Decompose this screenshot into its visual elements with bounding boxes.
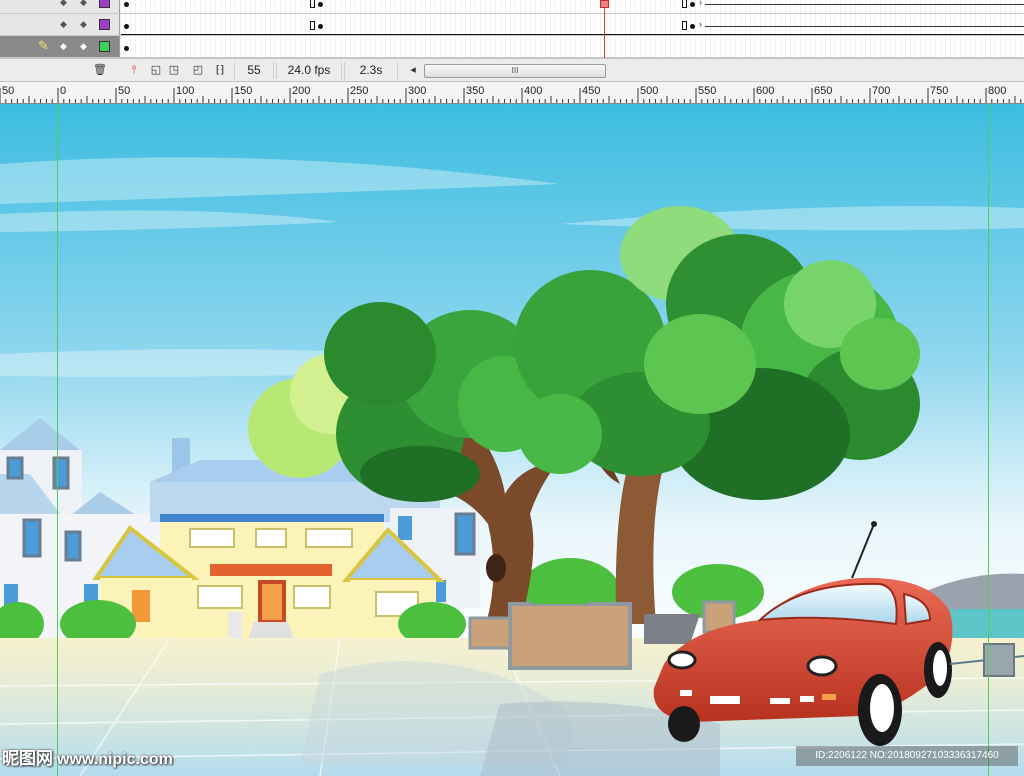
visibility-dot-icon[interactable]: ◆ [60, 0, 67, 8]
pencil-icon: ✎ [38, 38, 49, 53]
scroll-left-icon[interactable]: ◂ [405, 63, 421, 78]
layer-frames[interactable]: › [121, 0, 1024, 13]
layer-frames[interactable]: › [121, 14, 1024, 35]
layer-divider [121, 34, 1024, 35]
ruler-label: 300 [408, 85, 426, 97]
keyframe-icon[interactable] [124, 46, 129, 51]
keyframe-icon[interactable] [124, 24, 129, 29]
current-frame-field[interactable]: 55 [234, 62, 274, 79]
frame-rate-field[interactable]: 24.0 fps [276, 62, 342, 79]
vertical-guide-left[interactable] [57, 104, 58, 776]
playhead-line[interactable] [604, 0, 605, 58]
ruler-label: 400 [524, 85, 542, 97]
edit-multiple-frames-icon[interactable]: ◰ [190, 63, 206, 78]
end-frame-icon[interactable] [682, 21, 687, 30]
keyframe-icon[interactable] [690, 24, 695, 29]
timeline-scrollbar[interactable]: III [424, 64, 606, 78]
layer-row-purple[interactable]: ◆ ◆ › [0, 14, 1024, 36]
delete-layer-icon[interactable]: 🗑 [92, 63, 108, 78]
keyframe-icon[interactable] [318, 24, 323, 29]
layer-color-swatch[interactable] [99, 41, 110, 52]
visibility-dot-icon[interactable]: ◆ [60, 41, 67, 52]
ruler-ticks: 50 0 50 100 150 200 250 300 350 400 450 500 550 600 65… [0, 85, 1022, 103]
layer-header[interactable]: ◆ ◆ [0, 14, 120, 35]
ruler-label: 550 [698, 85, 716, 97]
center-frame-icon[interactable]: ⫯ [126, 63, 142, 78]
watermark-brand: 昵图网 [2, 749, 53, 768]
image-id-label: ID:2206122 NO:20180927103336317460 [796, 746, 1018, 766]
lock-dot-icon[interactable]: ◆ [80, 0, 87, 8]
timeline-toolbar: 🗑 ⫯ ◱ ◳ ◰ ⁅⁆ 55 24.0 fps 2.3s ◂ III [0, 58, 1024, 82]
onion-skin-outlines-icon[interactable]: ◳ [166, 63, 182, 78]
onion-skin-icon[interactable]: ◱ [148, 63, 164, 78]
ruler-label: 750 [930, 85, 948, 97]
lock-dot-icon[interactable]: ◆ [80, 19, 87, 30]
ruler-label: 350 [466, 85, 484, 97]
ruler-label: 50 [118, 85, 130, 97]
layer-color-swatch[interactable] [99, 0, 110, 8]
horizontal-ruler[interactable]: 50 0 50 100 150 200 250 300 350 400 450 500 550 600 65… [0, 82, 1024, 104]
keyframe-icon[interactable] [318, 2, 323, 7]
scene-artwork [0, 104, 1024, 776]
timeline-panel: ◆ ◆ › ◆ ◆ › ✎ ◆ ◆ 🗑 ⫯ ◱ ◳ ◰ ⁅⁆ 55 24.0 f… [0, 0, 1024, 82]
layer-header-selected[interactable]: ✎ ◆ ◆ [0, 36, 120, 57]
ruler-label: 500 [640, 85, 658, 97]
visibility-dot-icon[interactable]: ◆ [60, 19, 67, 30]
ruler-label: 50 [2, 85, 14, 97]
layer-row-top[interactable]: ◆ ◆ › [0, 0, 1024, 14]
ruler-label: 100 [176, 85, 194, 97]
layer-color-swatch[interactable] [99, 19, 110, 30]
tween-arrow-icon: › [699, 19, 702, 29]
elapsed-time-field: 2.3s [344, 62, 398, 79]
layer-frames[interactable] [121, 36, 1024, 57]
ruler-label: 650 [814, 85, 832, 97]
ruler-label: 200 [292, 85, 310, 97]
site-watermark: 昵图网 www.nipic.com [2, 744, 173, 769]
playhead-handle[interactable] [600, 0, 609, 8]
ruler-label: 800 [988, 85, 1006, 97]
modify-onion-markers-icon[interactable]: ⁅⁆ [212, 63, 228, 78]
ruler-label: 250 [350, 85, 368, 97]
tween-line [705, 26, 1024, 27]
flash-editor-window: ◆ ◆ › ◆ ◆ › ✎ ◆ ◆ 🗑 ⫯ ◱ ◳ ◰ ⁅⁆ 55 24.0 f… [0, 0, 1024, 776]
lock-dot-icon[interactable]: ◆ [80, 41, 87, 52]
end-frame-icon[interactable] [682, 0, 687, 8]
keyframe-icon[interactable] [124, 2, 129, 7]
ruler-label: 0 [60, 85, 66, 97]
tween-arrow-icon: › [699, 0, 702, 7]
ruler-label: 600 [756, 85, 774, 97]
layer-header[interactable]: ◆ ◆ [0, 0, 120, 13]
end-frame-icon[interactable] [310, 0, 315, 8]
ruler-label: 150 [234, 85, 252, 97]
ruler-label: 450 [582, 85, 600, 97]
ruler-label: 700 [872, 85, 890, 97]
vertical-guide-right[interactable] [988, 104, 989, 776]
keyframe-icon[interactable] [690, 2, 695, 7]
stage-canvas[interactable] [0, 104, 1024, 776]
watermark-site: www.nipic.com [57, 751, 173, 768]
end-frame-icon[interactable] [310, 21, 315, 30]
tween-line [705, 4, 1024, 5]
layer-row-green[interactable]: ✎ ◆ ◆ [0, 36, 1024, 58]
